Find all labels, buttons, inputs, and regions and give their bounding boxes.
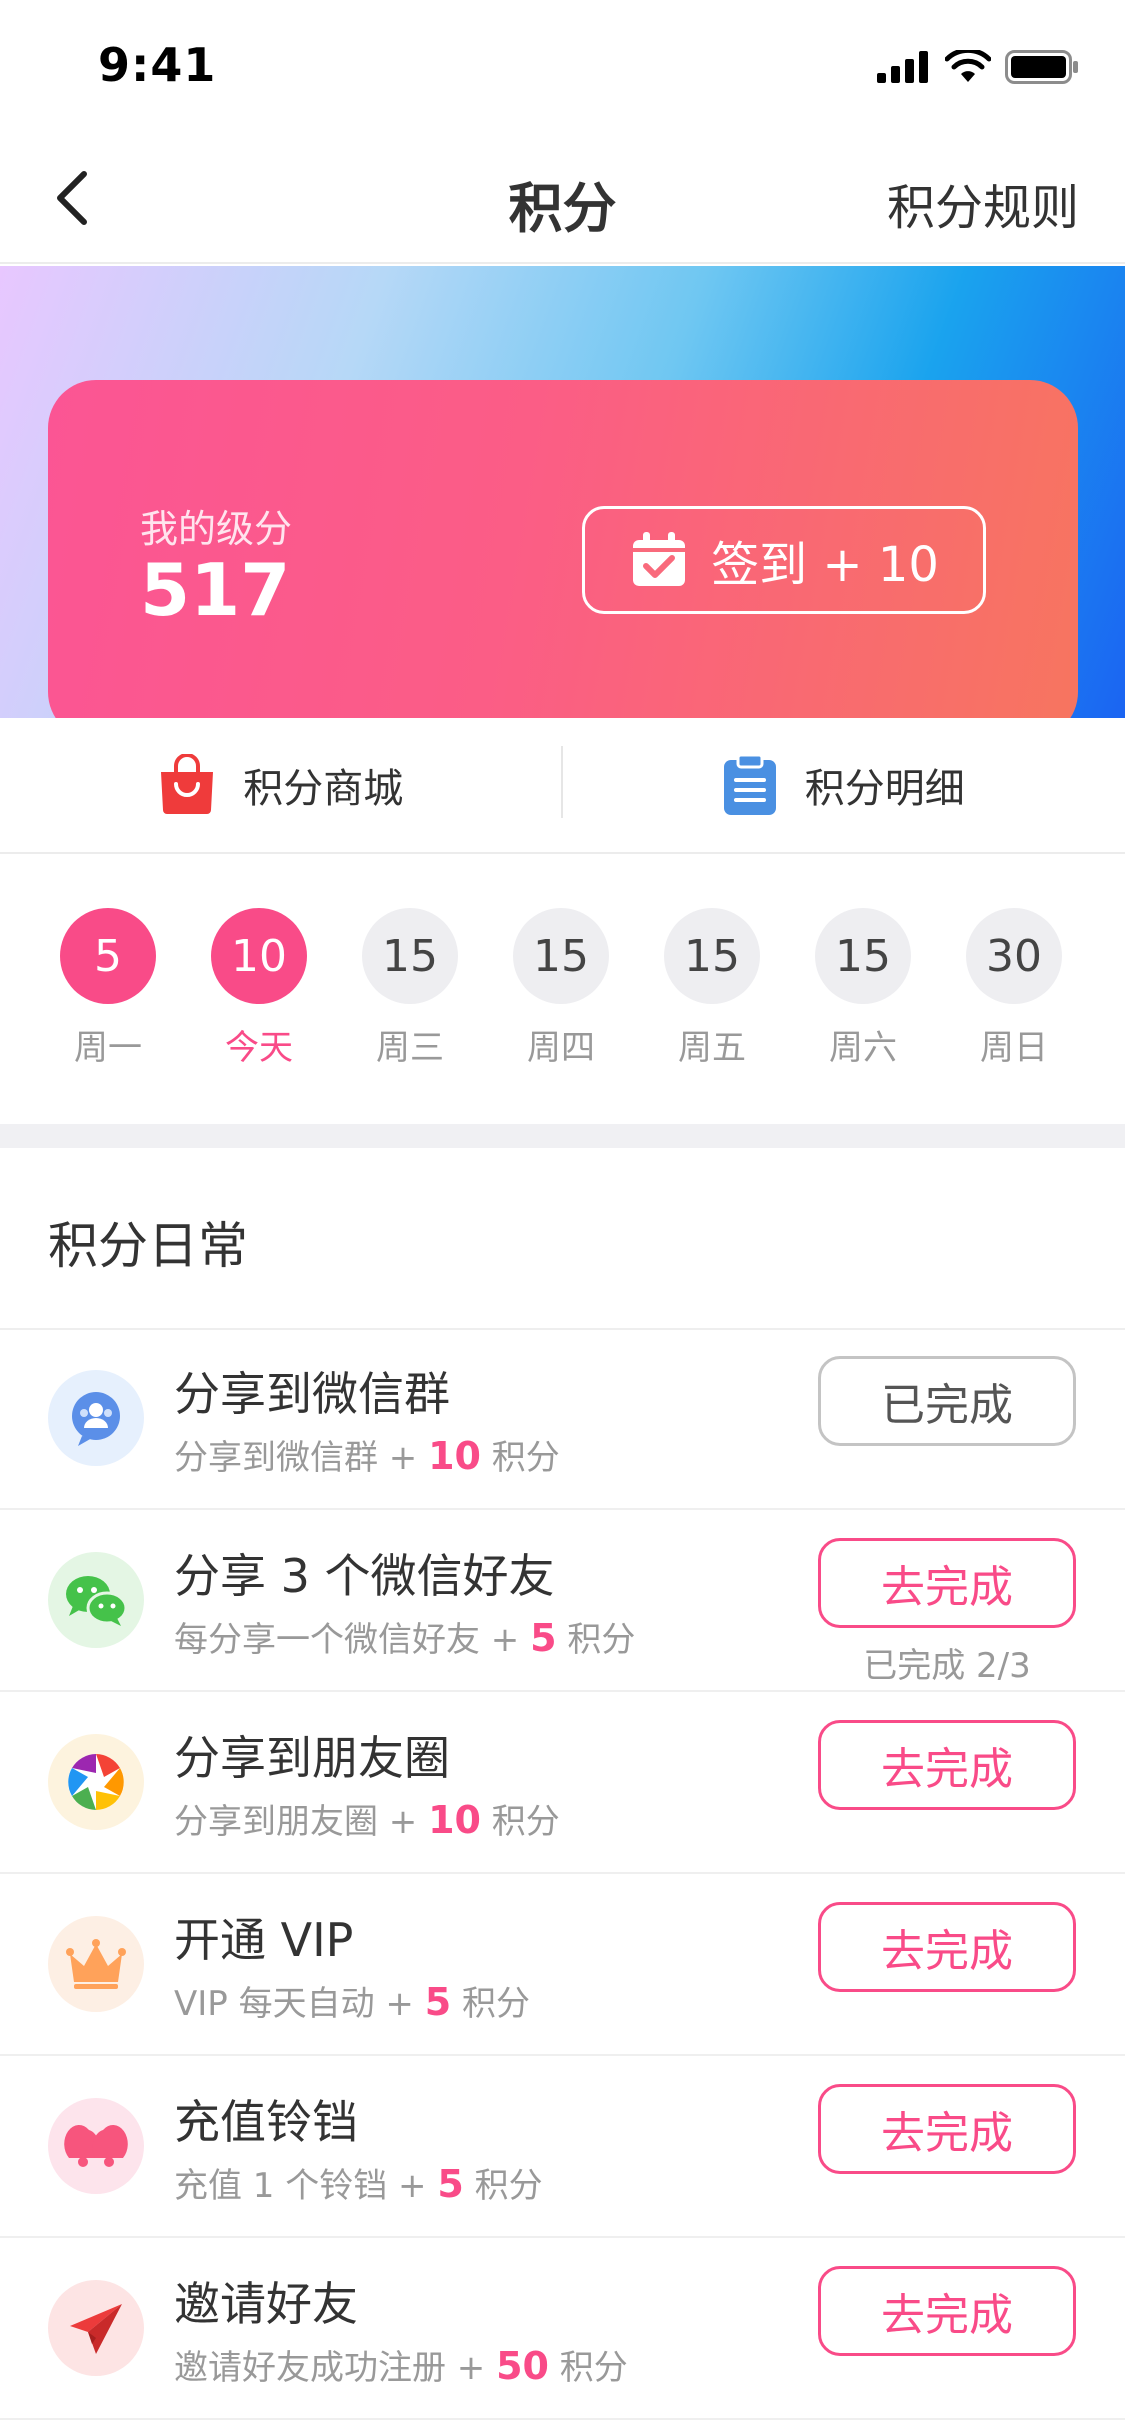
task-desc-text: 分享到微信群 +: [174, 1438, 429, 1478]
wechat-icon: [48, 1552, 144, 1648]
nav-bar: 积分 积分规则: [0, 132, 1125, 264]
task-description: 充值 1 个铃铛 + 5 积分: [174, 2158, 543, 2207]
day-points: 15: [513, 908, 609, 1004]
task-title: 分享到朋友圈: [174, 1731, 450, 1785]
task-desc-text: 每分享一个微信好友 +: [174, 1620, 531, 1660]
task-points: 10: [428, 1434, 481, 1478]
task-desc-text: 充值 1 个铃铛 +: [174, 2166, 438, 2206]
day-label: 周五: [678, 1028, 746, 1068]
task-desc-text: VIP 每天自动 +: [174, 1984, 425, 2024]
task-row: 分享到朋友圈 分享到朋友圈 + 10 积分 去完成: [0, 1694, 1125, 1874]
checkin-label: 签到 + 10: [711, 537, 939, 593]
task-desc-text: 分享到朋友圈 +: [174, 1802, 429, 1842]
task-points: 5: [424, 1980, 452, 2024]
shopping-bag-icon: [161, 754, 214, 814]
day-sunday: 30 周日: [954, 908, 1074, 1069]
task-row: 邀请好友 邀请好友成功注册 + 50 积分 去完成: [0, 2240, 1125, 2420]
checkin-button[interactable]: 签到 + 10: [582, 506, 986, 614]
day-points: 15: [815, 908, 911, 1004]
day-label: 周六: [829, 1028, 897, 1068]
task-go-button[interactable]: 去完成: [818, 1720, 1076, 1810]
day-points: 10: [211, 908, 307, 1004]
day-label: 周一: [74, 1028, 142, 1068]
points-mall-link[interactable]: 积分商城: [0, 718, 563, 852]
day-points: 15: [362, 908, 458, 1004]
status-icons: [877, 50, 1079, 84]
divider: [561, 746, 563, 818]
task-title: 开通 VIP: [174, 1913, 354, 1967]
points-detail-label: 积分明细: [804, 766, 965, 812]
task-points: 10: [428, 1798, 481, 1842]
points-label: 我的级分: [140, 507, 293, 551]
day-label: 今天: [225, 1028, 293, 1068]
task-row: 充值铃铛 充值 1 个铃铛 + 5 积分 去完成: [0, 2058, 1125, 2238]
day-points: 5: [60, 908, 156, 1004]
task-row: 开通 VIP VIP 每天自动 + 5 积分 去完成: [0, 1876, 1125, 2056]
task-desc-unit: 积分: [481, 1802, 560, 1842]
points-detail-link[interactable]: 积分明细: [563, 718, 1125, 852]
status-bar: 9:41: [0, 0, 1125, 132]
task-description: 分享到朋友圈 + 10 积分: [174, 1794, 560, 1843]
section-separator: [0, 1124, 1125, 1148]
task-desc-unit: 积分: [451, 1984, 530, 2024]
wechat-group-icon: [48, 1370, 144, 1466]
task-desc-unit: 积分: [481, 1438, 560, 1478]
task-go-button[interactable]: 去完成: [818, 1902, 1076, 1992]
day-thursday: 15 周四: [501, 908, 621, 1069]
bell-icon: [48, 2098, 144, 2194]
section-title: 积分日常: [48, 1217, 248, 1275]
day-saturday: 15 周六: [803, 908, 923, 1069]
day-wednesday: 15 周三: [350, 908, 470, 1069]
task-title: 充值铃铛: [174, 2095, 358, 2149]
task-row: 分享 3 个微信好友 每分享一个微信好友 + 5 积分 去完成 已完成 2/3: [0, 1512, 1125, 1692]
weekly-checkin: 5 周一 10 今天 15 周三 15 周四 15 周五 15 周六 30 周日: [0, 854, 1125, 1124]
task-desc-unit: 积分: [549, 2348, 628, 2388]
task-points: 5: [530, 1616, 557, 1660]
task-desc-text: 邀请好友成功注册 +: [174, 2348, 497, 2388]
hero-banner: 我的级分 517 签到 + 10: [0, 266, 1125, 718]
quick-links: 积分商城 积分明细: [0, 718, 1125, 854]
points-rules-link[interactable]: 积分规则: [887, 168, 1079, 238]
status-time: 9:41: [98, 38, 217, 92]
clipboard-icon: [723, 754, 776, 815]
task-desc-unit: 积分: [463, 2166, 543, 2206]
day-friday: 15 周五: [652, 908, 772, 1069]
task-description: 邀请好友成功注册 + 50 积分: [174, 2340, 628, 2389]
task-description: VIP 每天自动 + 5 积分: [174, 1976, 530, 2025]
day-monday: 5 周一: [48, 908, 168, 1069]
day-points: 30: [966, 908, 1062, 1004]
day-today: 10 今天: [199, 908, 319, 1069]
day-label: 周四: [527, 1028, 595, 1068]
moments-icon: [48, 1734, 144, 1830]
task-desc-unit: 积分: [556, 1620, 636, 1660]
points-card: 我的级分 517 签到 + 10: [48, 380, 1078, 718]
points-mall-label: 积分商城: [243, 766, 404, 812]
task-progress: 已完成 2/3: [863, 1646, 1031, 1686]
task-title: 分享 3 个微信好友: [174, 1549, 555, 1603]
task-description: 分享到微信群 + 10 积分: [174, 1430, 560, 1479]
signal-icon: [877, 51, 928, 83]
task-completed-button[interactable]: 已完成: [818, 1356, 1076, 1446]
paper-plane-icon: [48, 2280, 144, 2376]
day-label: 周三: [376, 1028, 444, 1068]
day-label: 周日: [980, 1028, 1048, 1068]
task-title: 分享到微信群: [174, 1367, 450, 1421]
crown-icon: [48, 1916, 144, 2012]
task-description: 每分享一个微信好友 + 5 积分: [174, 1612, 635, 1661]
battery-icon: [1005, 50, 1078, 84]
calendar-check-icon: [633, 532, 686, 586]
points-value: 517: [140, 548, 291, 632]
task-go-button[interactable]: 去完成: [818, 2084, 1076, 2174]
task-points: 50: [496, 2344, 549, 2388]
wifi-icon: [945, 50, 991, 82]
task-go-button[interactable]: 去完成: [818, 1538, 1076, 1628]
day-points: 15: [664, 908, 760, 1004]
task-go-button[interactable]: 去完成: [818, 2266, 1076, 2356]
task-points: 5: [437, 2162, 464, 2206]
task-title: 邀请好友: [174, 2277, 358, 2331]
task-row: 分享到微信群 分享到微信群 + 10 积分 已完成: [0, 1330, 1125, 1510]
